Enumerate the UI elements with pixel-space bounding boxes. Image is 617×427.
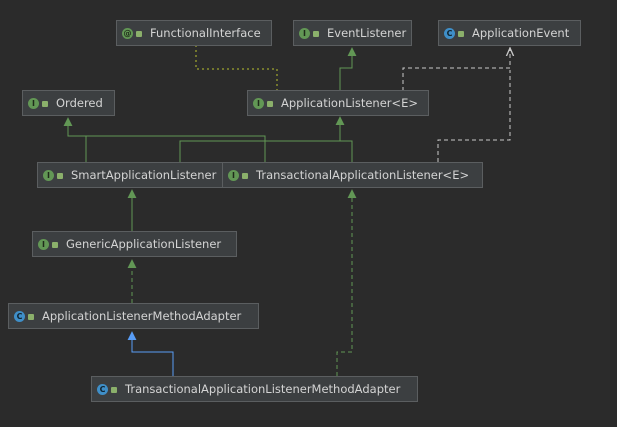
edge-smart-extends-application-listener [179, 116, 345, 162]
node-application-listener-method-adapter[interactable]: C ApplicationListenerMethodAdapter [8, 303, 259, 329]
public-visibility-icon [52, 242, 58, 248]
class-icon: C [97, 383, 108, 395]
edge-tx-adapter-extends-adapter [127, 331, 174, 376]
interface-icon: I [38, 238, 49, 250]
edge-annotated-functional-interface [195, 46, 278, 91]
interface-icon: I [299, 27, 310, 39]
node-event-listener[interactable]: I EventListener [293, 20, 412, 46]
relationship-edges [63, 46, 617, 376]
node-label: Ordered [56, 96, 103, 110]
interface-icon: I [28, 97, 39, 109]
node-functional-interface[interactable]: @ FunctionalInterface [116, 20, 272, 46]
node-label: TransactionalApplicationListener<E> [256, 168, 470, 182]
node-application-event[interactable]: C ApplicationEvent [438, 20, 581, 46]
edge-tx-adapter-implements-transactional [336, 189, 357, 376]
edge-transactional-extends-application-listener [340, 140, 353, 162]
annotation-icon: @ [122, 27, 133, 39]
public-visibility-icon [57, 173, 63, 179]
public-visibility-icon [42, 101, 48, 107]
node-application-listener[interactable]: I ApplicationListener<E> [247, 90, 429, 116]
node-label: ApplicationListenerMethodAdapter [42, 309, 242, 323]
public-visibility-icon [267, 101, 273, 107]
public-visibility-icon [313, 31, 319, 37]
edge-depends-application-event [402, 48, 510, 91]
class-icon: C [14, 310, 25, 322]
edge-transactional-extends-ordered [68, 135, 266, 162]
public-visibility-icon [111, 387, 117, 393]
node-label: EventListener [327, 26, 407, 40]
node-transactional-application-listener[interactable]: I TransactionalApplicationListener<E> [222, 162, 483, 188]
uml-diagram: @ FunctionalInterface I EventListener C … [0, 0, 617, 427]
node-ordered[interactable]: I Ordered [22, 90, 115, 116]
node-label: ApplicationListener<E> [281, 96, 419, 110]
node-smart-application-listener[interactable]: I SmartApplicationListener [37, 162, 223, 188]
public-visibility-icon [28, 314, 34, 320]
node-label: TransactionalApplicationListenerMethodAd… [125, 382, 401, 396]
public-visibility-icon [242, 173, 248, 179]
node-label: SmartApplicationListener [71, 168, 217, 182]
edge-transactional-depends-application-event [437, 70, 511, 162]
edge-smart-extends-ordered [63, 117, 87, 162]
interface-icon: I [228, 169, 239, 181]
interface-icon: I [43, 169, 54, 181]
node-generic-application-listener[interactable]: I GenericApplicationListener [32, 231, 237, 257]
edge-extends-event-listener [339, 47, 357, 91]
abstract-class-icon: C [444, 27, 455, 39]
node-label: GenericApplicationListener [66, 237, 222, 251]
node-label: ApplicationEvent [472, 26, 570, 40]
interface-icon: I [253, 97, 264, 109]
node-label: FunctionalInterface [150, 26, 261, 40]
public-visibility-icon [458, 31, 464, 37]
node-transactional-application-listener-method-adapter[interactable]: C TransactionalApplicationListenerMethod… [91, 376, 418, 402]
public-visibility-icon [136, 31, 142, 37]
